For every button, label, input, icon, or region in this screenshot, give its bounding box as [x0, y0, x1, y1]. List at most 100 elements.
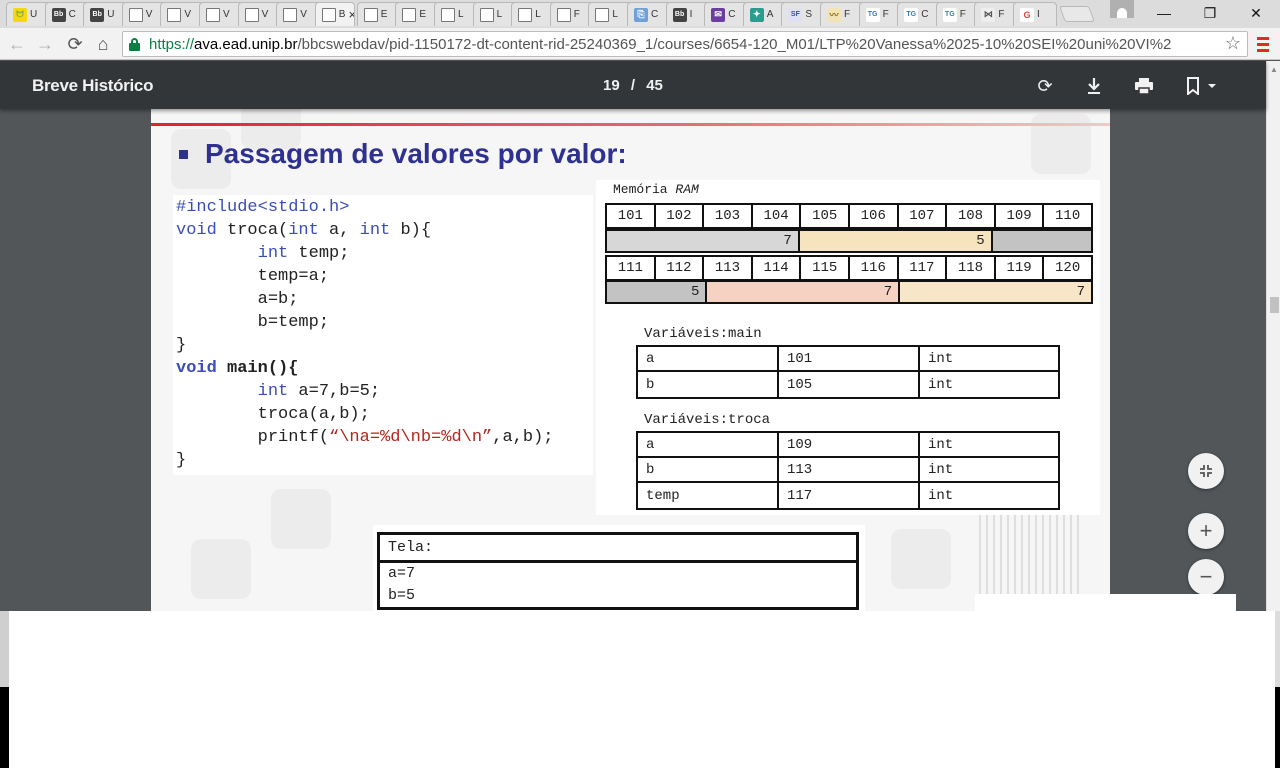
- code-line: temp=a;: [176, 267, 330, 286]
- reload-icon[interactable]: ⟳: [64, 33, 86, 55]
- memory-value: 7: [900, 282, 1091, 302]
- memory-address: 109: [995, 205, 1045, 227]
- lock-icon[interactable]: [129, 38, 140, 51]
- blackboard-icon: Bb: [90, 7, 105, 22]
- memory-address: 104: [752, 205, 802, 227]
- browser-tab[interactable]: GI: [1013, 2, 1057, 26]
- browser-tab[interactable]: F: [549, 2, 594, 26]
- memory-address: 113: [704, 257, 753, 279]
- tab-title: F: [998, 9, 1005, 20]
- tab-title: I: [689, 9, 693, 20]
- overlay-panel: [9, 611, 1275, 687]
- memory-address: 117: [898, 257, 948, 279]
- tab-title: V: [300, 9, 307, 20]
- profile-icon[interactable]: [1110, 0, 1134, 18]
- browser-tab[interactable]: Bb I: [665, 2, 710, 26]
- tab-title: F: [573, 9, 580, 20]
- mail-icon: ✉: [711, 7, 726, 22]
- header-rule: [151, 123, 1110, 126]
- document-icon: [402, 7, 417, 22]
- browser-tab[interactable]: V: [121, 2, 166, 26]
- memory-address: 101: [607, 205, 656, 227]
- browser-tab[interactable]: B×: [314, 2, 355, 26]
- browser-tab[interactable]: E: [356, 2, 401, 26]
- variable-name: temp: [638, 483, 779, 508]
- browser-tab[interactable]: L: [588, 2, 633, 26]
- browser-tab[interactable]: ⋈ F: [974, 2, 1019, 26]
- fit-to-page-icon[interactable]: [1188, 453, 1224, 489]
- url-text[interactable]: https://ava.ead.unip.br/bbcswebdav/pid-1…: [149, 36, 1225, 53]
- browser-tab[interactable]: TG F: [858, 2, 903, 26]
- vars-troca-table: a 109 int b 113 int temp 117 int: [636, 431, 1060, 510]
- tab-title: I: [1037, 9, 1040, 20]
- memory-diagram: Memória RAM 101 102 103 104 105 106 107 108 109 1…: [596, 180, 1100, 515]
- close-tab-icon[interactable]: ×: [348, 7, 353, 22]
- memory-address: 119: [995, 257, 1045, 279]
- memory-address: 111: [607, 257, 656, 279]
- minimize-icon[interactable]: —: [1142, 2, 1186, 24]
- screen-output-box: Tela: a=7 b=5: [373, 525, 865, 611]
- tg-icon: TG: [865, 7, 880, 22]
- forward-icon[interactable]: →: [34, 33, 56, 55]
- browser-tab[interactable]: L: [434, 2, 478, 26]
- close-window-icon[interactable]: ✕: [1234, 2, 1278, 24]
- bookmark-menu-icon[interactable]: [1182, 74, 1222, 98]
- browser-tab[interactable]: L: [472, 2, 517, 26]
- address-bar[interactable]: https://ava.ead.unip.br/bbcswebdav/pid-1…: [122, 31, 1248, 57]
- browser-tab[interactable]: ✉ C: [704, 2, 749, 26]
- browser-tab[interactable]: V: [237, 2, 282, 26]
- document-icon: [441, 7, 455, 22]
- browser-tab[interactable]: TG F: [935, 2, 980, 26]
- code-line: b=temp;: [176, 313, 330, 332]
- tab-title: C: [651, 9, 659, 20]
- tab-title: L: [496, 9, 503, 20]
- back-icon[interactable]: ←: [6, 33, 28, 55]
- memory-value: 5: [799, 231, 993, 251]
- download-icon[interactable]: [1082, 74, 1106, 98]
- address-row: 101 102 103 104 105 106 107 108 109 110: [605, 203, 1093, 229]
- bullet-icon: [179, 150, 188, 159]
- document-icon: [518, 7, 533, 22]
- document-icon: [321, 7, 336, 22]
- browser-tab[interactable]: ⎘ C: [627, 2, 671, 26]
- browser-tab[interactable]: L: [511, 2, 556, 26]
- google-icon: G: [1020, 7, 1034, 22]
- current-page[interactable]: 19: [603, 77, 620, 94]
- browser-tab[interactable]: ✦ A: [742, 2, 787, 26]
- scroll-up-icon[interactable]: ▲: [1270, 65, 1278, 74]
- browser-tab[interactable]: 〰 F: [820, 2, 864, 26]
- restore-icon[interactable]: ❐: [1188, 2, 1232, 24]
- print-icon[interactable]: [1132, 74, 1156, 98]
- variable-row: b 113 int: [638, 458, 1058, 483]
- browser-tab[interactable]: ᗢU: [6, 2, 50, 26]
- code-line: void main(){: [176, 359, 299, 378]
- bookmark-star-icon[interactable]: ☆: [1225, 33, 1241, 54]
- browser-tab[interactable]: V: [199, 2, 243, 26]
- address-row: 111 112 113 114 115 116 117 118 119 120: [605, 255, 1093, 281]
- tab-title: F: [959, 9, 966, 20]
- home-icon[interactable]: ⌂: [92, 33, 114, 55]
- memory-address: 102: [655, 205, 705, 227]
- code-line: #include<stdio.h>: [176, 198, 350, 217]
- zoom-out-icon[interactable]: −: [1188, 559, 1224, 595]
- window-edge: [1275, 611, 1280, 687]
- browser-tab[interactable]: TG C: [897, 2, 942, 26]
- memory-value: [992, 231, 1091, 251]
- browser-tab[interactable]: V: [160, 2, 205, 26]
- browser-tab[interactable]: Bb U: [83, 2, 128, 26]
- scrollbar-thumb[interactable]: [1270, 297, 1279, 313]
- browser-tab[interactable]: SF S: [781, 2, 826, 26]
- browser-menu-icon[interactable]: [1254, 33, 1272, 55]
- tab-title: V: [184, 9, 192, 20]
- browser-tab[interactable]: E: [395, 2, 440, 26]
- variable-name: a: [638, 433, 779, 456]
- vertical-scrollbar[interactable]: ▲: [1266, 61, 1280, 611]
- variable-name: b: [638, 372, 779, 397]
- document-icon: [556, 7, 571, 22]
- variable-type: int: [928, 436, 954, 453]
- new-tab-button[interactable]: [1059, 6, 1095, 22]
- browser-tab[interactable]: Bb C: [44, 2, 89, 26]
- zoom-in-icon[interactable]: +: [1188, 513, 1224, 549]
- rotate-icon[interactable]: ⟳: [1033, 74, 1057, 98]
- browser-tab[interactable]: V: [276, 2, 321, 26]
